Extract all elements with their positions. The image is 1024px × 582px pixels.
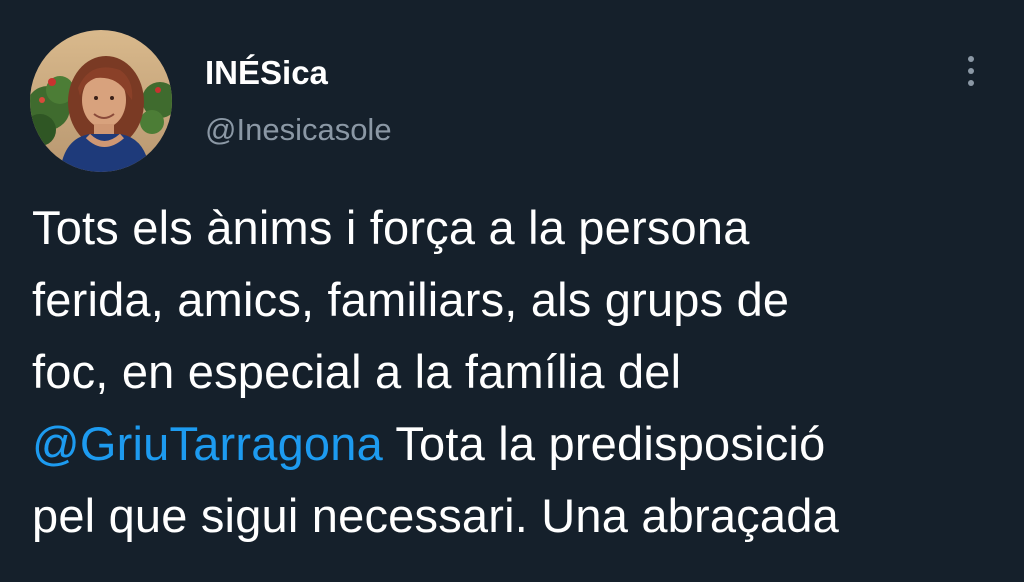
tweet-text-line-1: Tots els ànims i força a la persona [32, 201, 750, 254]
tweet-text-line-4: @GriuTarragona Tota la predisposició [32, 408, 1002, 480]
mention-link[interactable]: @GriuTarragona [32, 417, 383, 470]
more-vertical-icon [968, 56, 974, 62]
avatar-photo-icon [30, 30, 172, 172]
tweet-text-line-4-rest: Tota la predisposició [382, 417, 826, 470]
user-avatar[interactable] [30, 30, 172, 172]
tweet-text: Tots els ànims i força a la persona feri… [32, 192, 1002, 552]
more-vertical-icon-dot-3 [968, 80, 974, 86]
more-vertical-icon-dot-2 [968, 68, 974, 74]
author-display-name[interactable]: INÉSica [205, 52, 328, 94]
tweet-card: INÉSica @Inesicasole Tots els ànims i fo… [0, 0, 1024, 582]
tweet-text-line-2: ferida, amics, familiars, als grups de [32, 273, 790, 326]
more-options-button[interactable] [948, 48, 994, 94]
author-handle[interactable]: @Inesicasole [205, 110, 392, 150]
tweet-text-line-5: pel que sigui necessari. Una abraçada [32, 489, 839, 542]
tweet-text-line-3: foc, en especial a la família del [32, 345, 682, 398]
